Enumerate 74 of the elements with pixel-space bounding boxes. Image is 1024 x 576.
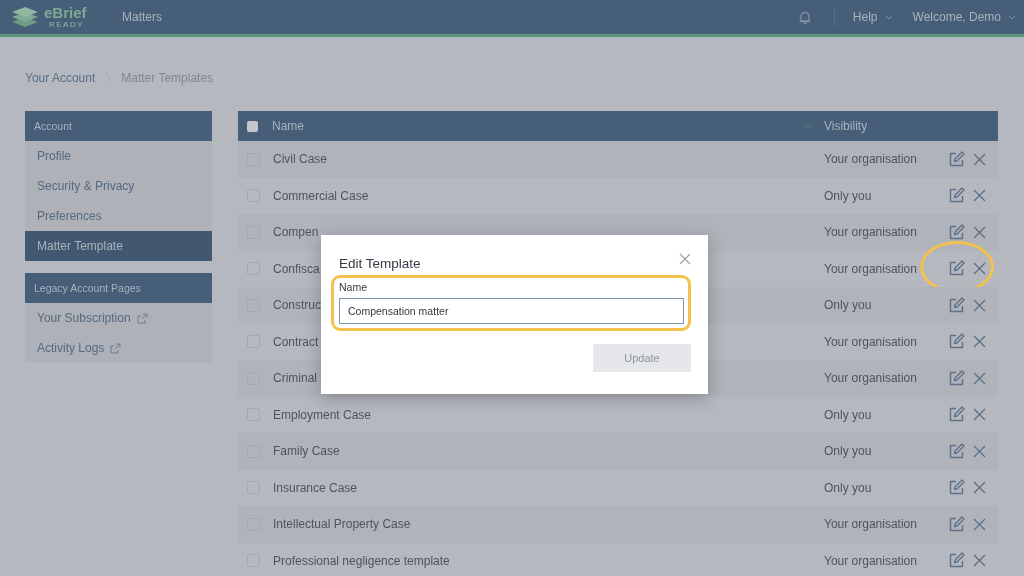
column-header[interactable]: Name [272,119,804,133]
edit-icon[interactable] [948,223,965,241]
sidebar-item[interactable]: Matter Template [25,231,212,261]
table-cell: Professional negligence template [273,553,450,568]
table-cell-text: Only you [824,298,873,313]
delete-icon[interactable] [973,335,986,349]
help-menu[interactable]: Help [852,10,893,24]
breadcrumb-link[interactable]: Your Account [25,70,96,85]
name-field[interactable]: Compensation matter [339,298,684,324]
stack-logo-icon [10,5,40,29]
table-cell: Commercial Case [273,188,369,203]
sidebar-item[interactable]: Activity Logs [25,333,212,363]
user-menu[interactable]: Welcome, Demo [912,10,1016,24]
delete-icon[interactable] [973,225,986,239]
column-header[interactable]: Visibility [824,119,998,133]
sidebar-item[interactable]: Profile [25,141,212,171]
table-cell-text: Your organisation [824,261,918,276]
table-cell-text: Your organisation [824,371,918,386]
edit-icon[interactable] [948,150,965,168]
table-cell-text: Your organisation [824,225,918,240]
delete-icon[interactable] [973,481,986,495]
table-cell: Contract [273,334,319,349]
table-cell-text: Only you [824,407,873,422]
edit-icon[interactable] [948,296,965,314]
sidebar-heading: Legacy Account Pages [25,273,212,303]
delete-icon[interactable] [973,152,986,166]
table-cell-text: Only you [824,480,873,495]
table-cell: Construc [273,298,322,313]
sidebar-item[interactable]: Your Subscription [25,303,212,333]
table-cell: Confisca [273,261,320,276]
field-label: Name [339,281,368,293]
sidebar-heading: Account [25,111,212,141]
edit-icon[interactable] [948,515,965,533]
delete-icon[interactable] [973,517,986,531]
table-cell-text: Only you [824,444,873,459]
edit-icon[interactable] [948,369,965,387]
delete-icon[interactable] [973,262,986,276]
edit-icon[interactable] [948,479,965,497]
sidebar-item[interactable]: Preferences [25,201,212,231]
delete-icon[interactable] [973,298,986,312]
table-cell: Civil Case [273,152,327,167]
table-cell-text: Only you [824,188,873,203]
table-cell-text: Your organisation [824,334,918,349]
table-cell: Compen [273,225,319,240]
edit-icon[interactable] [948,187,965,205]
table-cell: Employment Case [273,407,372,422]
edit-icon[interactable] [948,442,965,460]
delete-icon[interactable] [973,371,986,385]
table-cell: Intellectual Property Case [273,517,411,532]
delete-icon[interactable] [973,408,986,422]
logo-tagline: READY [49,21,86,29]
bell-icon[interactable] [797,9,812,25]
edit-icon[interactable] [948,333,965,351]
delete-icon[interactable] [973,444,986,458]
logo-text: eBrief [44,5,87,20]
delete-icon[interactable] [973,189,986,203]
dialog-title: Edit Template [339,255,421,271]
delete-icon[interactable] [973,554,986,568]
edit-icon[interactable] [948,260,965,278]
caret-icon [884,14,893,20]
caret-icon [1008,14,1016,20]
edit-icon[interactable] [948,406,965,424]
table-cell-text: Your organisation [824,517,918,532]
close-icon[interactable] [679,253,691,265]
nav-link[interactable]: Matters [122,10,162,24]
sort-icon[interactable] [804,123,812,129]
table-cell: Family Case [273,444,340,459]
table-cell: Criminal [273,371,317,386]
table-cell-text: Your organisation [824,553,918,568]
edit-icon[interactable] [948,552,965,570]
select-all-checkbox[interactable] [247,120,258,132]
sidebar-item[interactable]: Security & Privacy [25,171,212,201]
table-cell: Insurance Case [273,480,358,495]
table-cell-text: Your organisation [824,152,918,167]
